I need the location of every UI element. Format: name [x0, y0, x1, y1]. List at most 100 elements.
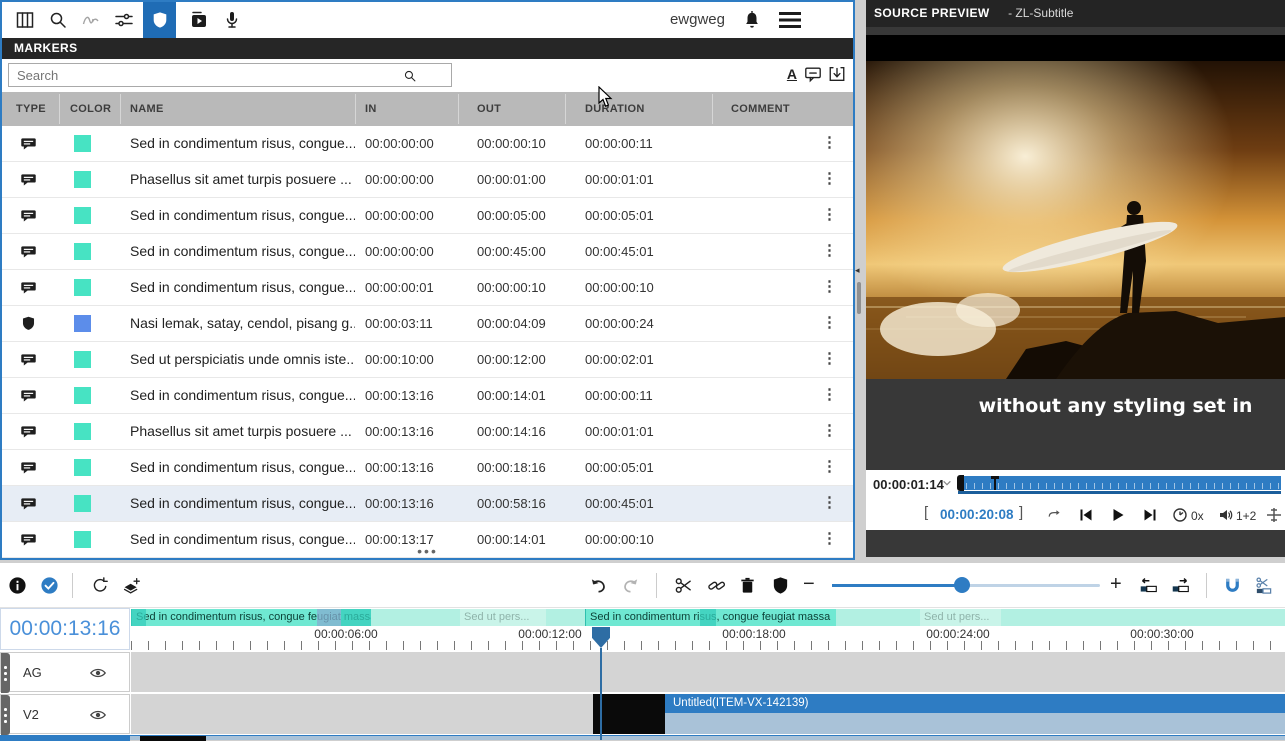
play-icon[interactable]: [1110, 507, 1126, 523]
collapse-panel-arrow[interactable]: ◂: [855, 263, 864, 277]
marker-row-menu-button[interactable]: ⋮: [822, 277, 837, 295]
marker-row[interactable]: Sed in condimentum risus, congue... 00:0…: [2, 198, 853, 234]
loop-icon[interactable]: [1046, 507, 1062, 523]
marker-color-swatch[interactable]: [74, 387, 91, 404]
marker-color-swatch[interactable]: [74, 135, 91, 152]
font-style-button[interactable]: A: [787, 66, 797, 82]
approve-check-icon[interactable]: [40, 576, 59, 595]
preview-current-timecode[interactable]: 00:00:01:14: [873, 477, 944, 492]
marker-row[interactable]: Sed ut perspiciatis unde omnis iste... 0…: [2, 342, 853, 378]
subtitle-clip[interactable]: Sed ut pers...: [460, 609, 546, 626]
mark-timecode[interactable]: 00:00:20:08: [940, 507, 1014, 522]
track-header[interactable]: V2: [0, 694, 130, 734]
marker-color-swatch[interactable]: [74, 171, 91, 188]
track-drag-handle[interactable]: [1, 653, 10, 693]
filters-icon[interactable]: [114, 10, 134, 30]
microphone-icon[interactable]: [222, 10, 242, 30]
ripple-left-icon[interactable]: [1139, 576, 1158, 595]
track-lane[interactable]: Untitled(ITEM-VX-142139): [131, 694, 1285, 734]
marker-row[interactable]: Phasellus sit amet turpis posuere ... 00…: [2, 162, 853, 198]
next-frame-icon[interactable]: [1142, 507, 1158, 523]
marker-color-swatch[interactable]: [74, 423, 91, 440]
track-drag-handle[interactable]: [1, 695, 10, 735]
marker-color-swatch[interactable]: [74, 243, 91, 260]
horizontal-scrollbar[interactable]: [0, 735, 1285, 740]
add-marker-icon[interactable]: [771, 576, 790, 595]
subtitle-clip[interactable]: Sed ut pers...: [920, 609, 1001, 626]
mark-in-button[interactable]: [: [924, 504, 928, 521]
col-in[interactable]: IN: [365, 92, 377, 126]
delete-icon[interactable]: [738, 576, 757, 595]
track-visibility-eye-icon[interactable]: [89, 664, 107, 682]
effects-icon[interactable]: [81, 10, 101, 30]
pan-tool-icon[interactable]: [1266, 507, 1282, 523]
marker-row[interactable]: Phasellus sit amet turpis posuere ... 00…: [2, 414, 853, 450]
info-icon[interactable]: [8, 576, 27, 595]
scrubber-playhead[interactable]: [994, 476, 996, 490]
timeline-timecode[interactable]: 00:00:13:16: [0, 608, 130, 650]
playback-speed-icon[interactable]: [1172, 507, 1188, 523]
marker-row-menu-button[interactable]: ⋮: [822, 313, 837, 331]
col-type[interactable]: TYPE: [16, 92, 46, 126]
marker-row-menu-button[interactable]: ⋮: [822, 169, 837, 187]
cut-icon[interactable]: [674, 576, 693, 595]
marker-color-swatch[interactable]: [74, 495, 91, 512]
search-icon[interactable]: [48, 10, 68, 30]
video-clip[interactable]: Untitled(ITEM-VX-142139): [593, 694, 1285, 734]
zoom-slider[interactable]: [832, 584, 1100, 587]
scrubber-in-cap[interactable]: [957, 475, 964, 491]
preview-scrubber[interactable]: [958, 476, 1281, 490]
timeline-ruler[interactable]: 00:00:06:0000:00:12:0000:00:18:0000:00:2…: [131, 626, 1285, 650]
marker-row-menu-button[interactable]: ⋮: [822, 133, 837, 151]
video-frame[interactable]: [866, 61, 1285, 379]
notifications-bell-icon[interactable]: [743, 10, 761, 30]
track-header[interactable]: AG: [0, 652, 130, 692]
media-browser-icon[interactable]: [15, 10, 35, 30]
marker-row-menu-button[interactable]: ⋮: [822, 493, 837, 511]
redo-icon[interactable]: [621, 576, 640, 595]
marker-row[interactable]: Sed in condimentum risus, congue... 00:0…: [2, 234, 853, 270]
marker-row[interactable]: Sed in condimentum risus, congue... 00:0…: [2, 378, 853, 414]
export-markers-icon[interactable]: [828, 65, 846, 83]
comment-toggle-icon[interactable]: [804, 65, 822, 83]
audio-channels-icon[interactable]: [1218, 507, 1234, 523]
marker-row[interactable]: Sed in condimentum risus, congue... 00:0…: [2, 486, 853, 522]
chevron-down-icon[interactable]: [942, 478, 952, 488]
panel-resize-handle[interactable]: •••: [2, 546, 853, 556]
undo-icon[interactable]: [589, 576, 608, 595]
add-layer-icon[interactable]: [122, 576, 141, 595]
marker-row-menu-button[interactable]: ⋮: [822, 421, 837, 439]
marker-color-swatch[interactable]: [74, 279, 91, 296]
col-comment[interactable]: COMMENT: [731, 92, 790, 126]
zoom-slider-thumb[interactable]: [954, 577, 970, 593]
subtitle-clip-strip[interactable]: Sed in condimentum risus, congue feugiat…: [131, 609, 1285, 626]
snap-magnet-icon[interactable]: [1223, 576, 1242, 595]
previous-frame-icon[interactable]: [1078, 507, 1094, 523]
marker-row-menu-button[interactable]: ⋮: [822, 385, 837, 403]
ripple-right-icon[interactable]: [1171, 576, 1190, 595]
marker-color-swatch[interactable]: [74, 351, 91, 368]
player-export-icon[interactable]: [189, 10, 209, 30]
col-duration[interactable]: DURATION: [585, 92, 645, 126]
markers-tool-button[interactable]: [143, 2, 176, 38]
track-visibility-eye-icon[interactable]: [89, 706, 107, 724]
auto-cut-icon[interactable]: [1254, 576, 1273, 595]
track-lane[interactable]: [131, 652, 1285, 692]
col-out[interactable]: OUT: [477, 92, 501, 126]
marker-row[interactable]: Sed in condimentum risus, congue... 00:0…: [2, 270, 853, 306]
marker-row[interactable]: Nasi lemak, satay, cendol, pisang g... 0…: [2, 306, 853, 342]
link-icon[interactable]: [707, 576, 726, 595]
marker-row-menu-button[interactable]: ⋮: [822, 457, 837, 475]
marker-row-menu-button[interactable]: ⋮: [822, 241, 837, 259]
marker-color-swatch[interactable]: [74, 315, 91, 332]
mark-out-button[interactable]: ]: [1019, 504, 1023, 521]
vertical-scrollbar[interactable]: [857, 282, 861, 314]
marker-row[interactable]: Sed in condimentum risus, congue... 00:0…: [2, 450, 853, 486]
marker-color-swatch[interactable]: [74, 459, 91, 476]
marker-color-swatch[interactable]: [74, 207, 91, 224]
menu-icon[interactable]: [779, 11, 801, 29]
search-icon[interactable]: [403, 69, 417, 83]
zoom-in-button[interactable]: +: [1110, 572, 1122, 596]
marker-row[interactable]: Sed in condimentum risus, congue... 00:0…: [2, 126, 853, 162]
col-name[interactable]: NAME: [130, 92, 164, 126]
